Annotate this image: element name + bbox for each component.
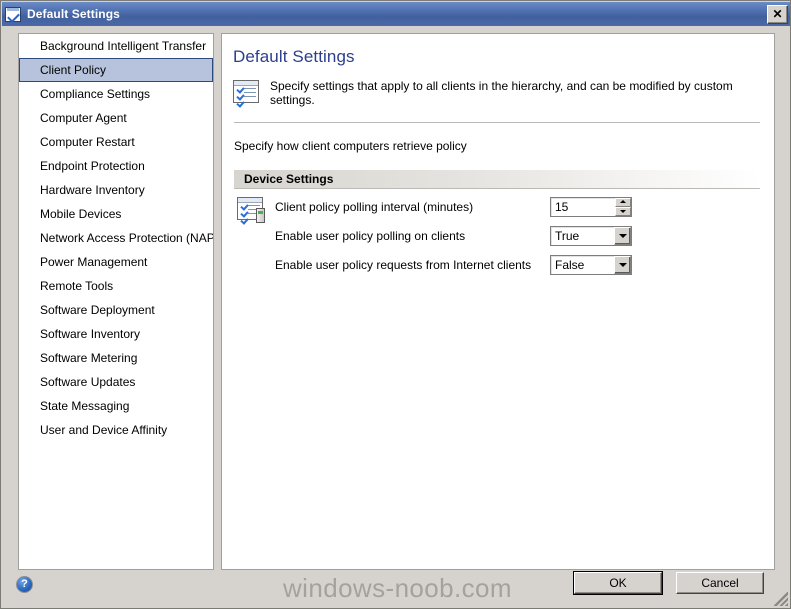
description-text: Specify settings that apply to all clien…: [270, 79, 733, 107]
page-title: Default Settings: [233, 47, 355, 66]
setting-row-internet-policy-requests: Enable user policy requests from Interne…: [234, 252, 760, 277]
polling-interval-value[interactable]: 15: [551, 200, 615, 214]
sidebar-item-computer-agent[interactable]: Computer Agent: [19, 106, 213, 130]
sidebar-item-power-management[interactable]: Power Management: [19, 250, 213, 274]
sidebar-item-software-deployment[interactable]: Software Deployment: [19, 298, 213, 322]
sidebar-item-computer-restart[interactable]: Computer Restart: [19, 130, 213, 154]
internet-policy-requests-value[interactable]: False: [551, 258, 614, 272]
watermark: windows-noob.com: [283, 573, 512, 603]
chevron-down-icon[interactable]: [614, 255, 631, 274]
sidebar-item-remote-tools[interactable]: Remote Tools: [19, 274, 213, 298]
polling-interval-stepper[interactable]: 15: [550, 196, 632, 217]
settings-content-panel: Default Settings Specify settings that a…: [221, 33, 775, 570]
cancel-button[interactable]: Cancel: [676, 572, 764, 594]
user-policy-polling-value[interactable]: True: [551, 229, 614, 243]
sidebar-item-network-access-protection[interactable]: Network Access Protection (NAP): [19, 226, 213, 250]
checklist-window-icon: [233, 80, 261, 108]
spinner-down-icon[interactable]: [615, 206, 631, 216]
default-settings-dialog: Default Settings ✕ Background Intelligen…: [0, 0, 791, 609]
device-settings-header-label: Device Settings: [244, 172, 334, 186]
sidebar-item-background-intelligent-transfer[interactable]: Background Intelligent Transfer: [19, 34, 213, 58]
sidebar-item-software-metering[interactable]: Software Metering: [19, 346, 213, 370]
polling-interval-label: Client policy polling interval (minutes): [275, 199, 474, 214]
sidebar-item-software-inventory[interactable]: Software Inventory: [19, 322, 213, 346]
setting-row-polling-interval: Client policy polling interval (minutes)…: [234, 194, 760, 219]
sidebar-item-hardware-inventory[interactable]: Hardware Inventory: [19, 178, 213, 202]
ok-button[interactable]: OK: [573, 571, 663, 595]
setting-row-user-policy-polling: Enable user policy polling on clients Tr…: [234, 223, 760, 248]
sidebar-item-client-policy[interactable]: Client Policy: [19, 58, 213, 82]
checklist-window-icon: [5, 6, 21, 22]
device-settings-header: Device Settings: [234, 170, 760, 189]
resize-grip[interactable]: [774, 592, 788, 606]
sidebar-item-compliance-settings[interactable]: Compliance Settings: [19, 82, 213, 106]
device-settings-rows: Client policy polling interval (minutes)…: [233, 194, 760, 277]
internet-policy-requests-label: Enable user policy requests from Interne…: [275, 257, 532, 272]
close-icon[interactable]: ✕: [767, 4, 788, 24]
user-policy-polling-dropdown[interactable]: True: [550, 225, 632, 246]
title-bar: Default Settings ✕: [2, 2, 790, 26]
sidebar-item-endpoint-protection[interactable]: Endpoint Protection: [19, 154, 213, 178]
sidebar-item-user-and-device-affinity[interactable]: User and Device Affinity: [19, 418, 213, 442]
sidebar-item-software-updates[interactable]: Software Updates: [19, 370, 213, 394]
section-subtitle: Specify how client computers retrieve po…: [234, 139, 467, 153]
help-icon[interactable]: ?: [16, 576, 33, 593]
divider: [234, 122, 760, 123]
description-row: Specify settings that apply to all clien…: [233, 78, 760, 108]
window-title: Default Settings: [27, 7, 120, 21]
spinner-up-icon[interactable]: [615, 197, 631, 207]
user-policy-polling-label: Enable user policy polling on clients: [275, 228, 466, 243]
sidebar-item-state-messaging[interactable]: State Messaging: [19, 394, 213, 418]
chevron-down-icon[interactable]: [614, 226, 631, 245]
client-policy-computer-icon: [237, 197, 265, 225]
internet-policy-requests-dropdown[interactable]: False: [550, 254, 632, 275]
sidebar-item-mobile-devices[interactable]: Mobile Devices: [19, 202, 213, 226]
spinner-arrows[interactable]: [615, 197, 631, 216]
settings-category-list[interactable]: Background Intelligent Transfer Client P…: [18, 33, 214, 570]
